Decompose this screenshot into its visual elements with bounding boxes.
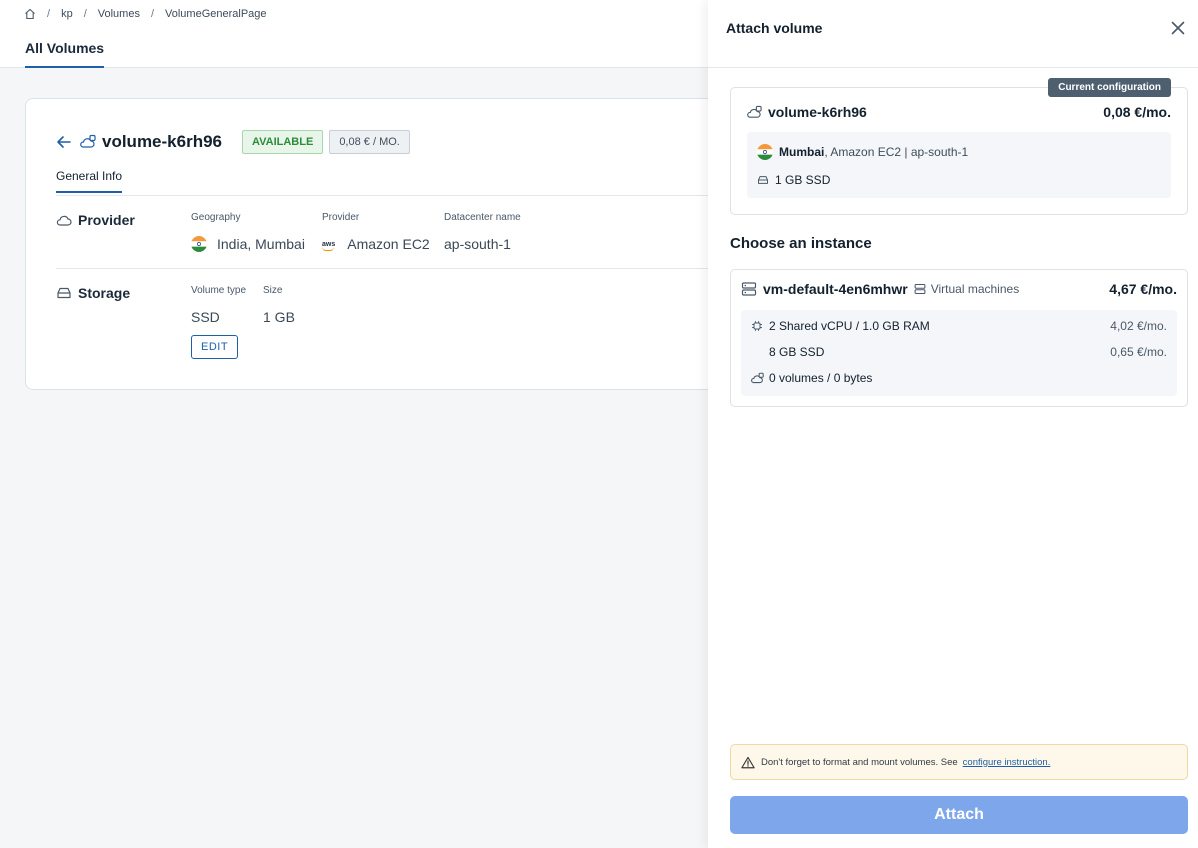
volume-icon: [751, 372, 764, 383]
instance-disk: 8 GB SSD: [769, 345, 825, 359]
instance-cpu-ram: 2 Shared vCPU / 1.0 GB RAM: [769, 319, 930, 333]
datacenter-label: Datacenter name: [444, 212, 521, 223]
breadcrumb-item-current: VolumeGeneralPage: [165, 8, 267, 20]
instance-details: 2 Shared vCPU / 1.0 GB RAM 4,02 €/mo. 8 …: [741, 310, 1177, 396]
instance-header: vm-default-4en6mhwr Virtual machines: [741, 281, 1019, 297]
breadcrumb-item-kp[interactable]: kp: [61, 8, 73, 20]
volume-icon: [747, 105, 762, 118]
tab-all-volumes[interactable]: All Volumes: [25, 40, 105, 68]
cpu-icon: [752, 321, 762, 331]
aws-logo-icon: aws: [322, 240, 336, 251]
breadcrumb: / kp / Volumes / VolumeGeneralPage: [24, 8, 267, 20]
configure-instruction-link[interactable]: configure instruction.: [963, 757, 1051, 768]
volume-card: volume-k6rh96 AVAILABLE 0,08 € / MO. Gen…: [25, 98, 745, 390]
geography-label: Geography: [191, 212, 241, 223]
section-divider: [56, 268, 744, 269]
size-field: Size 1 GB: [263, 285, 295, 325]
warning-text: Don't forget to format and mount volumes…: [761, 756, 958, 768]
config-location-row: Mumbai, Amazon EC2 | ap-south-1: [757, 144, 968, 160]
home-icon[interactable]: [24, 8, 36, 20]
config-volume-name: volume-k6rh96: [768, 104, 867, 120]
storage-icon: [57, 287, 71, 299]
virtual-machine-icon: [914, 283, 926, 295]
back-arrow-icon[interactable]: [56, 135, 72, 149]
volume-type-field: Volume type SSD: [191, 285, 246, 325]
edit-storage-button[interactable]: EDIT: [191, 335, 239, 359]
close-icon[interactable]: [1170, 20, 1186, 36]
instance-disk-row: 8 GB SSD 0,65 €/mo.: [751, 345, 1167, 359]
config-location-rest: , Amazon EC2 | ap-south-1: [824, 145, 969, 159]
storage-title-text: Storage: [78, 285, 131, 301]
volume-type-value: SSD: [191, 309, 220, 325]
config-storage: 1 GB SSD: [775, 173, 831, 187]
geography-field: Geography India, Mumbai: [191, 212, 305, 252]
instance-volumes: 0 volumes / 0 bytes: [769, 371, 873, 385]
current-config-card: Current configuration volume-k6rh96 0,08…: [730, 78, 1188, 215]
instance-name: vm-default-4en6mhwr: [763, 281, 908, 297]
price-badge: 0,08 € / MO.: [329, 130, 410, 154]
datacenter-field: Datacenter name ap-south-1: [444, 212, 521, 252]
cloud-icon: [56, 215, 72, 226]
instance-type: Virtual machines: [930, 282, 1020, 296]
instance-cpu-ram-price: 4,02 €/mo.: [1110, 319, 1167, 333]
size-label: Size: [263, 285, 283, 296]
instance-price: 4,67 €/mo.: [1109, 281, 1177, 297]
breadcrumb-separator: /: [150, 8, 155, 20]
config-volume-price: 0,08 €/mo.: [1103, 104, 1171, 120]
provider-field: Provider aws Amazon EC2: [322, 212, 430, 252]
india-flag-icon: [191, 236, 207, 252]
provider-title-text: Provider: [78, 212, 135, 228]
config-storage-row: 1 GB SSD: [757, 173, 830, 187]
choose-instance-title: Choose an instance: [730, 235, 872, 252]
storage-section-title: Storage: [56, 285, 130, 301]
format-warning: Don't forget to format and mount volumes…: [730, 744, 1188, 780]
config-volume-header: volume-k6rh96: [747, 104, 867, 120]
india-flag-icon: [757, 144, 773, 160]
storage-icon: [758, 176, 768, 184]
volume-title: volume-k6rh96: [102, 132, 222, 151]
provider-value: Amazon EC2: [347, 236, 430, 252]
volume-header: volume-k6rh96 AVAILABLE 0,08 € / MO.: [56, 130, 410, 154]
drawer-title: Attach volume: [726, 20, 823, 36]
warning-icon: [741, 756, 755, 768]
config-details: Mumbai, Amazon EC2 | ap-south-1 1 GB SSD: [747, 132, 1171, 198]
instance-option-card[interactable]: vm-default-4en6mhwr Virtual machines 4,6…: [730, 269, 1188, 407]
tab-divider: [56, 195, 744, 196]
provider-section-title: Provider: [56, 212, 135, 228]
attach-volume-drawer: Attach volume Current configuration volu…: [708, 0, 1198, 848]
instance-cpu-row: 2 Shared vCPU / 1.0 GB RAM 4,02 €/mo.: [751, 319, 1167, 333]
datacenter-value: ap-south-1: [444, 236, 511, 252]
server-icon: [741, 282, 757, 296]
instance-volumes-row: 0 volumes / 0 bytes: [751, 371, 1167, 385]
instance-disk-price: 0,65 €/mo.: [1110, 345, 1167, 359]
volume-icon: [80, 134, 96, 148]
attach-button[interactable]: Attach: [730, 796, 1188, 834]
provider-value-row: aws Amazon EC2: [322, 236, 430, 252]
tab-general-info[interactable]: General Info: [56, 169, 123, 193]
geography-value-row: India, Mumbai: [191, 236, 305, 252]
geography-value: India, Mumbai: [217, 236, 305, 252]
drawer-header: Attach volume: [708, 0, 1198, 68]
provider-label: Provider: [322, 212, 360, 223]
breadcrumb-separator: /: [83, 8, 87, 20]
size-value: 1 GB: [263, 309, 295, 325]
volume-type-label: Volume type: [191, 285, 247, 296]
breadcrumb-item-volumes[interactable]: Volumes: [98, 8, 140, 20]
current-config-tag: Current configuration: [1048, 78, 1171, 97]
status-badge: AVAILABLE: [242, 130, 324, 154]
config-location-city: Mumbai: [779, 145, 825, 159]
breadcrumb-separator: /: [47, 8, 51, 20]
